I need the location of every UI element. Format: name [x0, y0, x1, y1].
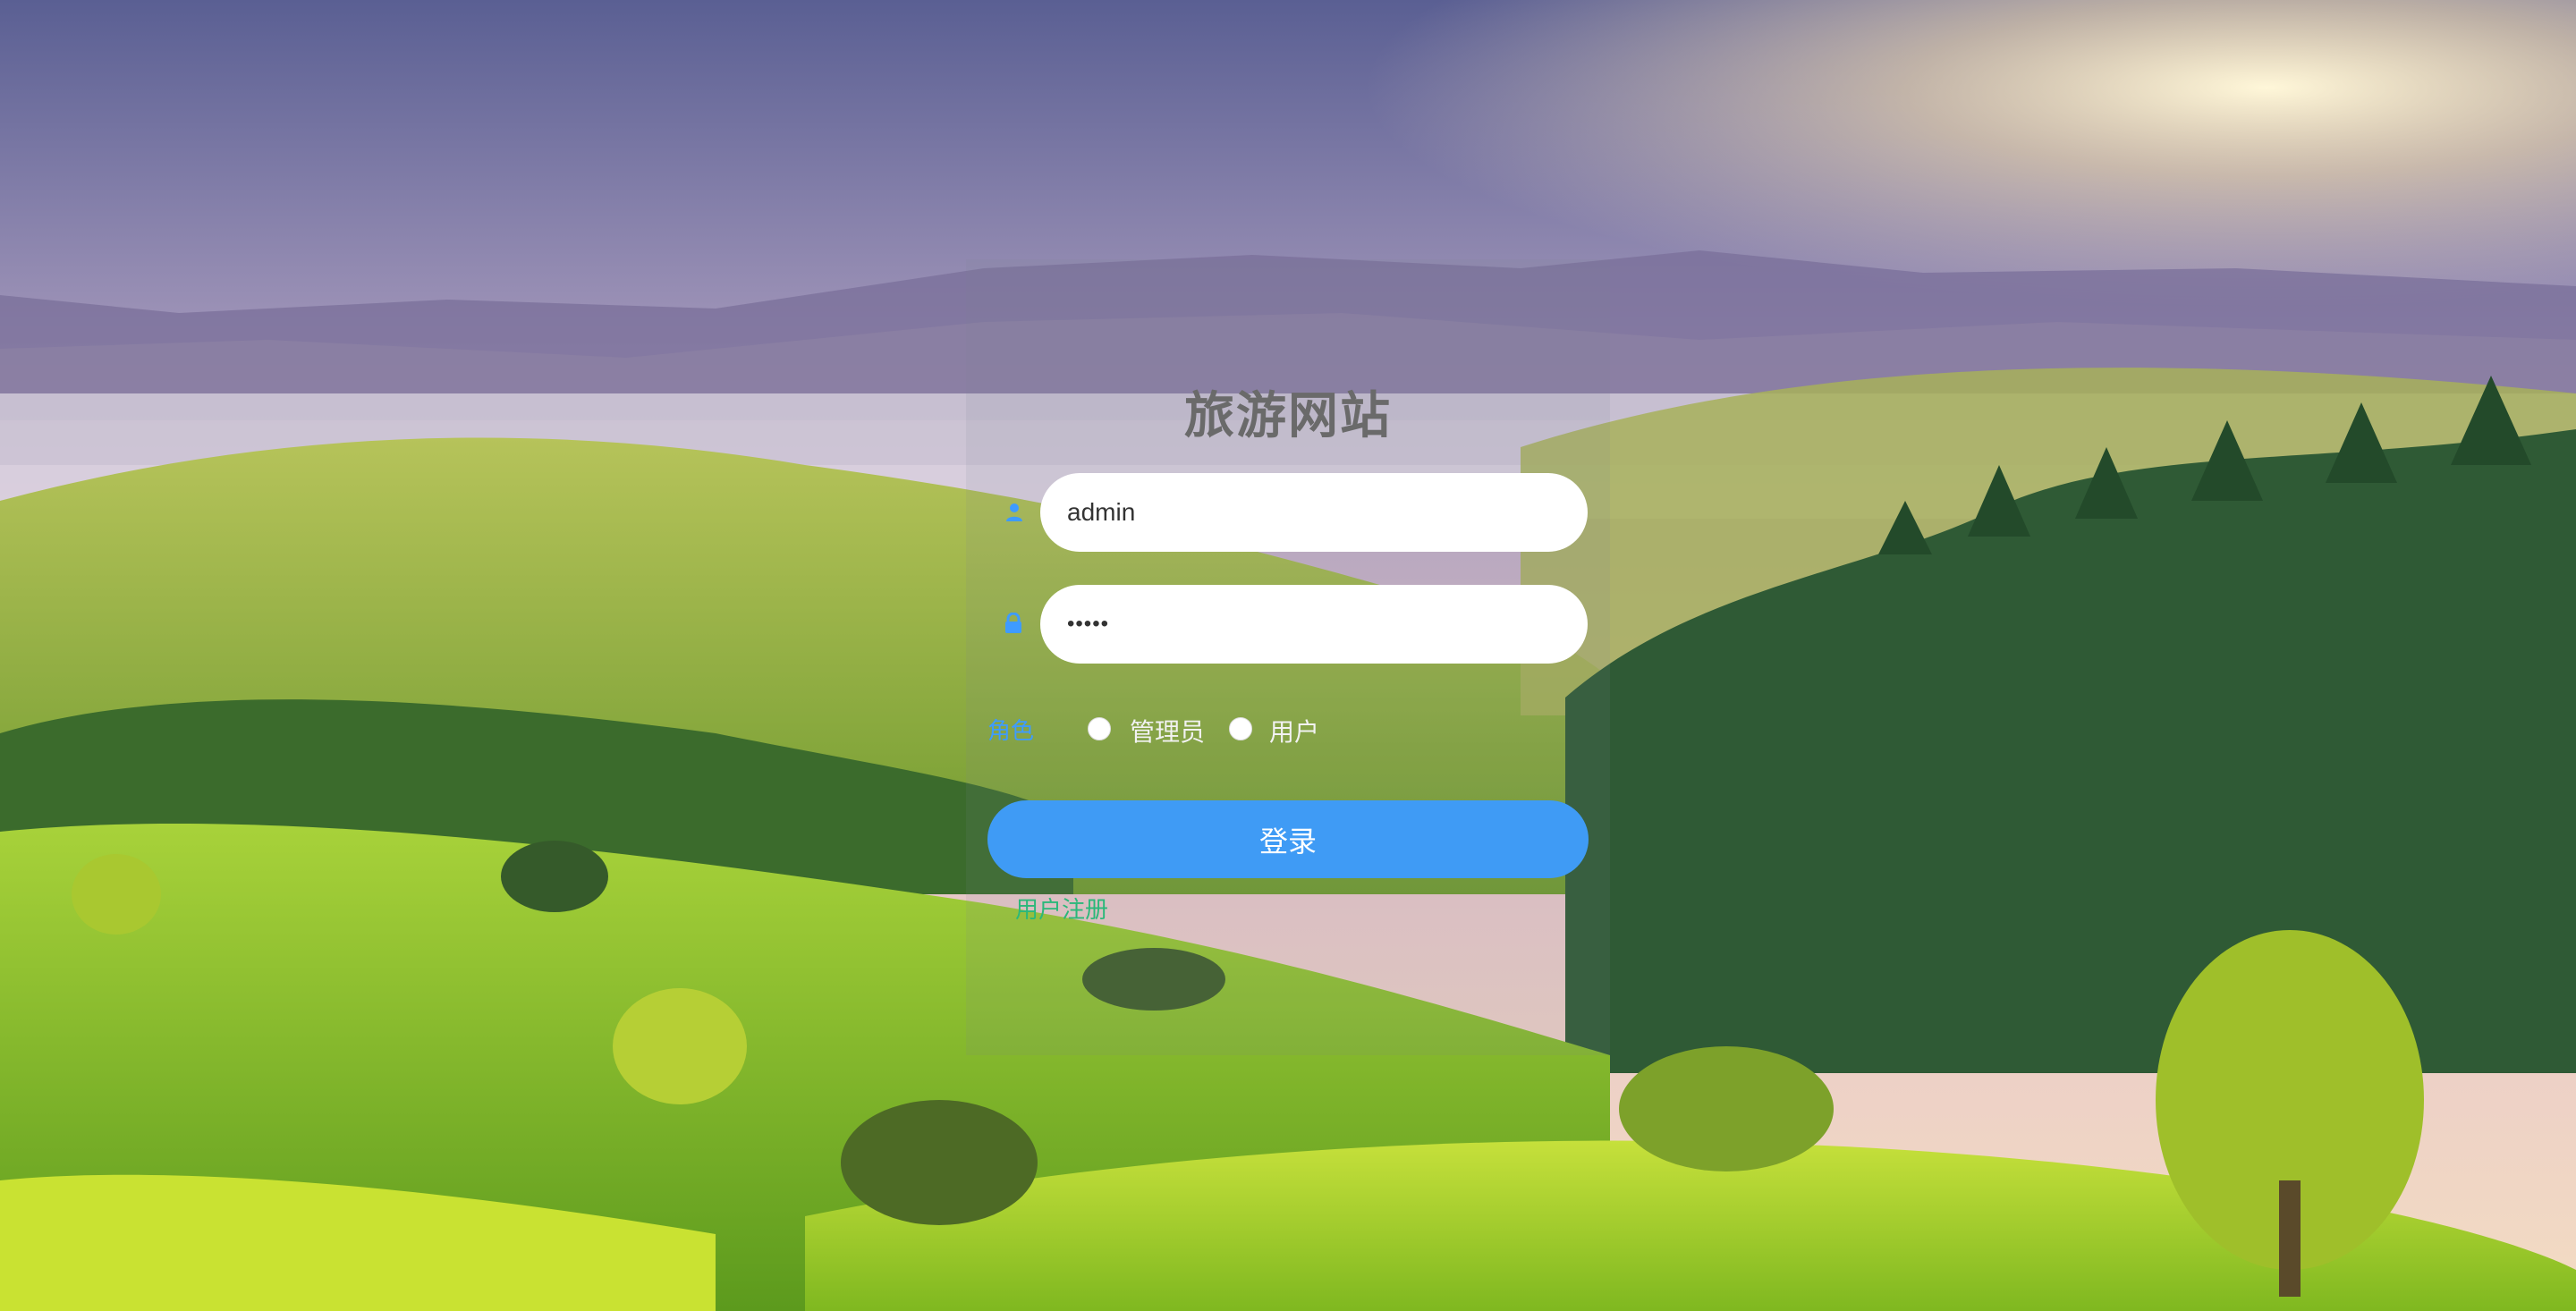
login-button[interactable]: 登录 — [987, 800, 1589, 878]
role-option-user[interactable]: 用户 — [1269, 713, 1319, 749]
role-radio-admin[interactable] — [1088, 717, 1111, 740]
username-input[interactable] — [1040, 473, 1588, 552]
role-radio-user[interactable] — [1229, 717, 1252, 740]
register-link[interactable]: 用户注册 — [1015, 892, 1108, 925]
lock-icon — [1003, 613, 1024, 634]
user-icon — [1004, 502, 1025, 523]
role-label: 角色 — [987, 718, 1035, 745]
site-title: 旅游网站 — [1184, 387, 1392, 445]
password-input[interactable]: ••••• — [1040, 585, 1588, 664]
role-option-admin[interactable]: 管理员 — [1130, 713, 1205, 749]
